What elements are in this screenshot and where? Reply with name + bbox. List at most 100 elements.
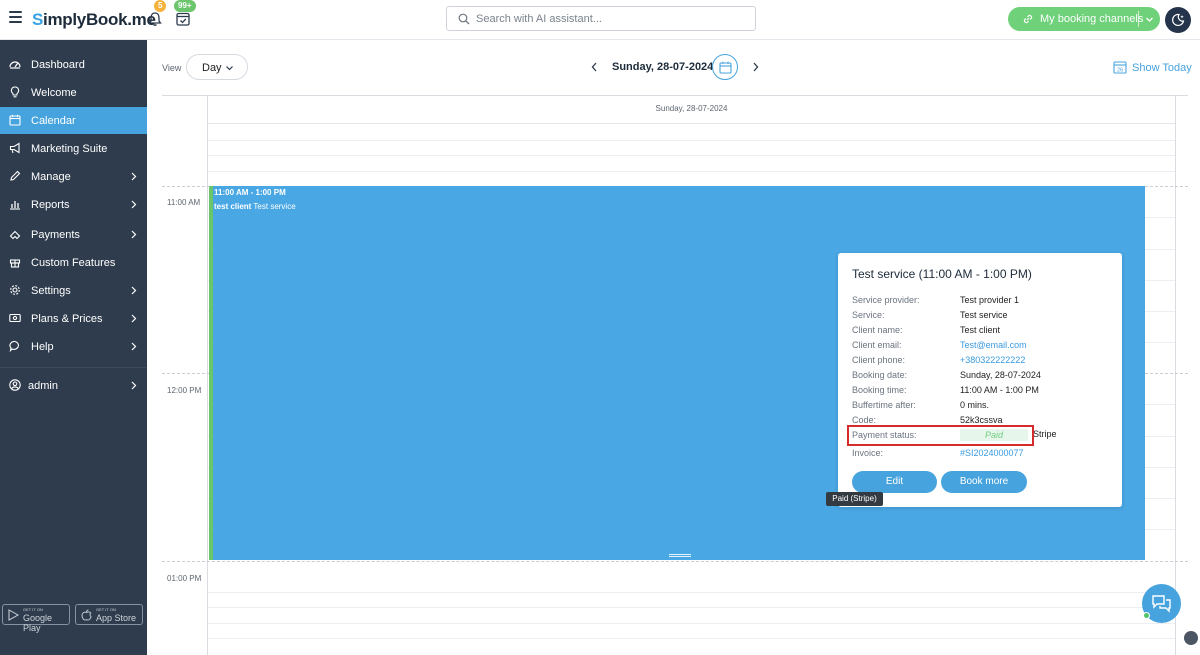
- detail-row-client-name: Client name: Test client: [852, 325, 1001, 335]
- chevron-right-icon: [131, 286, 137, 295]
- calendar-check-icon[interactable]: [176, 11, 190, 26]
- sidebar-item-plans-prices[interactable]: Plans & Prices: [0, 305, 147, 332]
- dashboard-icon: [9, 61, 21, 69]
- day-column-header: Sunday, 28-07-2024: [208, 96, 1175, 124]
- calendar-today-icon: 26: [1113, 61, 1127, 74]
- sidebar-item-welcome[interactable]: Welcome: [0, 79, 147, 106]
- detail-row-service: Service: Test service: [852, 310, 1008, 320]
- detail-row-buffertime: Buffertime after: 0 mins.: [852, 400, 990, 410]
- moon-icon: [1172, 13, 1185, 27]
- payment-tooltip: Paid (Stripe): [826, 492, 883, 506]
- dark-mode-toggle[interactable]: [1165, 7, 1191, 33]
- notifications-badge: 5: [154, 0, 167, 12]
- sidebar-item-custom-features[interactable]: Custom Features: [0, 249, 147, 276]
- booking-client: test client: [214, 202, 252, 211]
- detail-row-invoice: Invoice: #SI2024000077: [852, 448, 1024, 458]
- resize-handle[interactable]: [669, 554, 691, 557]
- sidebar-item-calendar[interactable]: Calendar: [0, 107, 147, 134]
- google-play-small-text: GET IT ON: [23, 607, 43, 612]
- time-label: 12:00 PM: [167, 386, 202, 395]
- sidebar-item-admin[interactable]: admin: [0, 372, 147, 399]
- booking-summary: test client Test service: [214, 202, 296, 211]
- app-store-text: App Store: [96, 613, 137, 623]
- chat-bubble-icon: [9, 340, 19, 352]
- grid-line: [208, 592, 1175, 593]
- chevron-right-icon: [131, 200, 137, 209]
- detail-row-booking-date: Booking date: Sunday, 28-07-2024: [852, 370, 1041, 380]
- client-phone-link[interactable]: +380322222222: [960, 355, 1025, 365]
- detail-row-client-email: Client email: Test@email.com: [852, 340, 1027, 350]
- gear-icon: [10, 285, 20, 295]
- grid-right-border: [1175, 96, 1176, 655]
- sidebar-item-dashboard[interactable]: Dashboard: [0, 51, 147, 78]
- detail-row-booking-time: Booking time: 11:00 AM - 1:00 PM: [852, 385, 1039, 395]
- search-input[interactable]: Search with AI assistant...: [446, 6, 756, 31]
- chevron-down-icon[interactable]: [1145, 15, 1154, 24]
- invoice-link[interactable]: #SI2024000077: [960, 448, 1024, 458]
- online-status-dot: [1143, 612, 1150, 619]
- next-day-button[interactable]: [752, 62, 759, 72]
- booking-service: Test service: [253, 202, 296, 211]
- show-today-label: Show Today: [1132, 62, 1192, 74]
- chevron-right-icon: [131, 172, 137, 181]
- view-select[interactable]: Day: [186, 54, 248, 80]
- lightbulb-icon: [10, 86, 20, 98]
- detail-row-service-provider: Service provider: Test provider 1: [852, 295, 1020, 305]
- tasks-badge: 99+: [174, 0, 196, 12]
- booking-channels-label: My booking channels: [1040, 13, 1144, 25]
- chevron-right-icon: [131, 230, 137, 239]
- sidebar-item-help[interactable]: Help: [0, 333, 147, 360]
- sidebar-item-label: Manage: [31, 171, 71, 183]
- search-icon: [458, 13, 470, 25]
- sidebar-item-label: Payments: [31, 229, 80, 241]
- google-play-icon: [8, 609, 19, 621]
- sidebar-item-label: Marketing Suite: [31, 143, 108, 155]
- logo[interactable]: SimplyBook.me: [32, 10, 156, 30]
- top-bar: SimplyBook.me 5 99+ Search with AI assis…: [0, 0, 1200, 40]
- search-placeholder: Search with AI assistant...: [476, 13, 602, 25]
- sidebar-item-marketing-suite[interactable]: Marketing Suite: [0, 135, 147, 162]
- menu-icon[interactable]: [9, 11, 22, 24]
- hour-line: [162, 561, 1188, 562]
- sidebar-item-label: Help: [31, 341, 54, 353]
- grid-line: [208, 638, 1175, 639]
- calendar-icon: [719, 61, 732, 74]
- sidebar-item-manage[interactable]: Manage: [0, 163, 147, 190]
- money-icon: [9, 313, 21, 323]
- view-label: View: [162, 63, 182, 73]
- chevron-right-icon: [131, 342, 137, 351]
- sidebar-divider: [0, 367, 147, 368]
- today-day-number: 26: [1117, 68, 1123, 74]
- prev-day-button[interactable]: [591, 62, 598, 72]
- book-more-button[interactable]: Book more: [941, 471, 1027, 493]
- payment-method: Stripe: [1033, 429, 1057, 439]
- link-icon: [1023, 14, 1033, 24]
- google-play-text: Google Play: [23, 613, 53, 633]
- date-picker-button[interactable]: [712, 54, 738, 80]
- time-column: [162, 96, 208, 655]
- chevron-right-icon: [131, 381, 137, 390]
- bell-icon[interactable]: [147, 11, 163, 27]
- app-store-badge[interactable]: GET IT ON App Store: [75, 604, 143, 625]
- client-email-link[interactable]: Test@email.com: [960, 340, 1027, 350]
- user-icon: [9, 379, 21, 391]
- view-select-value: Day: [202, 62, 222, 74]
- sidebar-item-payments[interactable]: Payments: [0, 221, 147, 248]
- sidebar-item-label: Settings: [31, 285, 71, 297]
- booking-details-popup: Test service (11:00 AM - 1:00 PM) Servic…: [838, 253, 1122, 507]
- screenshot-icon[interactable]: [1184, 631, 1198, 645]
- megaphone-icon: [9, 142, 20, 154]
- payments-icon: [9, 230, 21, 240]
- sidebar-item-reports[interactable]: Reports: [0, 191, 147, 218]
- grid-line: [208, 607, 1175, 608]
- detail-row-client-phone: Client phone: +380322222222: [852, 355, 1026, 365]
- grid-line: [208, 171, 1175, 172]
- edit-button[interactable]: Edit: [852, 471, 937, 493]
- sidebar-item-settings[interactable]: Settings: [0, 277, 147, 304]
- booking-channels-button[interactable]: My booking channels: [1008, 7, 1160, 31]
- chat-icon: [1152, 595, 1171, 613]
- grid-line: [208, 140, 1175, 141]
- time-label: 11:00 AM: [167, 198, 201, 207]
- gift-icon: [9, 259, 21, 268]
- google-play-badge[interactable]: GET IT ON Google Play: [2, 604, 70, 633]
